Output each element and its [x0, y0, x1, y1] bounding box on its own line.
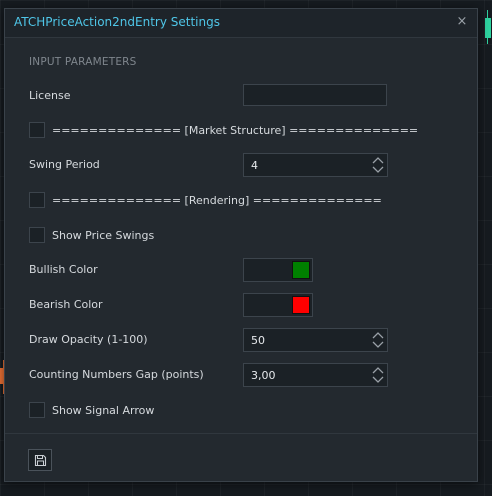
counting-gap-input[interactable]: 3,00 [243, 363, 388, 387]
row-show-signal-arrow: Show Signal Arrow [29, 399, 469, 423]
rendering-label: ============== [Rendering] =============… [52, 194, 382, 207]
row-show-price-swings: Show Price Swings [29, 224, 469, 248]
spin-arrows-icon[interactable] [372, 366, 384, 384]
row-counting-gap: Counting Numbers Gap (points) 3,00 [29, 363, 469, 387]
dialog-title: ATCHPriceAction2ndEntry Settings [14, 15, 220, 29]
show-signal-arrow-label: Show Signal Arrow [52, 404, 155, 417]
license-label: License [29, 89, 71, 102]
swing-period-label: Swing Period [29, 158, 100, 171]
rendering-checkbox[interactable] [29, 192, 45, 208]
swing-period-value: 4 [251, 159, 258, 172]
market-structure-checkbox[interactable] [29, 122, 45, 138]
save-button[interactable] [28, 449, 52, 471]
show-price-swings-label: Show Price Swings [52, 229, 155, 242]
row-rendering: ============== [Rendering] =============… [29, 189, 469, 213]
bearish-color-label: Bearish Color [29, 298, 103, 311]
spin-arrows-icon[interactable] [372, 156, 384, 174]
row-swing-period: Swing Period 4 [29, 153, 469, 177]
dialog-footer [5, 433, 477, 481]
bullish-color-label: Bullish Color [29, 263, 98, 276]
show-signal-arrow-checkbox[interactable] [29, 402, 45, 418]
draw-opacity-input[interactable]: 50 [243, 328, 388, 352]
settings-dialog: ATCHPriceAction2ndEntry Settings × INPUT… [4, 8, 478, 482]
bullish-color-picker[interactable] [243, 258, 313, 282]
row-bullish-color: Bullish Color [29, 258, 469, 282]
draw-opacity-value: 50 [251, 334, 265, 347]
close-icon[interactable]: × [453, 12, 471, 32]
section-label-input-parameters: INPUT PARAMETERS [29, 56, 137, 68]
bearish-color-picker[interactable] [243, 293, 313, 317]
row-market-structure: ============== [Market Structure] ======… [29, 119, 469, 143]
counting-gap-value: 3,00 [251, 369, 276, 382]
spin-arrows-icon[interactable] [372, 331, 384, 349]
bullish-color-swatch[interactable] [292, 261, 310, 279]
draw-opacity-label: Draw Opacity (1-100) [29, 333, 148, 346]
counting-gap-label: Counting Numbers Gap (points) [29, 368, 204, 381]
bearish-color-swatch[interactable] [292, 296, 310, 314]
dialog-titlebar[interactable]: ATCHPriceAction2ndEntry Settings × [5, 9, 477, 38]
save-icon [34, 454, 47, 467]
license-input[interactable] [243, 84, 387, 106]
row-bearish-color: Bearish Color [29, 293, 469, 317]
row-draw-opacity: Draw Opacity (1-100) 50 [29, 328, 469, 352]
swing-period-input[interactable]: 4 [243, 153, 388, 177]
chart-candle-bull [484, 10, 492, 44]
show-price-swings-checkbox[interactable] [29, 227, 45, 243]
row-license: License [29, 84, 469, 108]
market-structure-label: ============== [Market Structure] ======… [52, 124, 419, 137]
